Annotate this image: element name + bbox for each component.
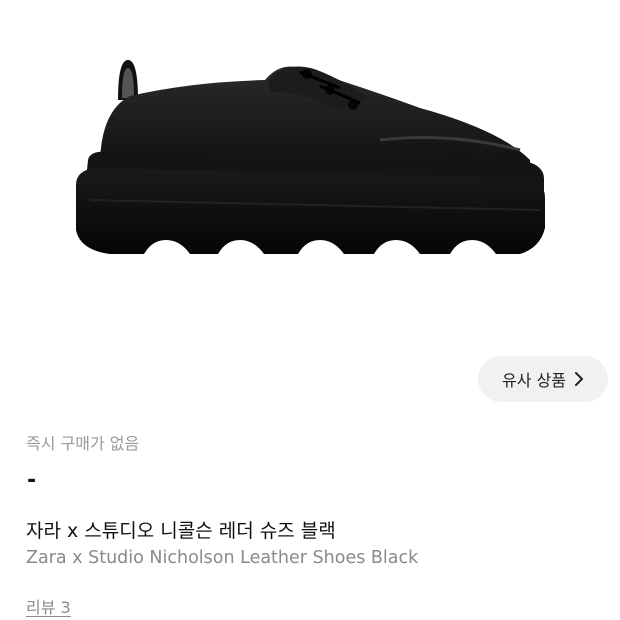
similar-products-button[interactable]: 유사 상품 — [478, 356, 608, 402]
shoe-illustration — [76, 60, 545, 254]
product-title-korean: 자라 x 스튜디오 니콜슨 레더 슈즈 블랙 — [26, 520, 336, 542]
purchase-status: 즉시 구매가 없음 — [26, 434, 140, 453]
price: - — [27, 468, 37, 493]
review-count-link[interactable]: 리뷰 3 — [26, 594, 71, 618]
product-title-english: Zara x Studio Nicholson Leather Shoes Bl… — [26, 548, 419, 568]
chevron-right-icon — [574, 372, 583, 386]
similar-products-label: 유사 상품 — [502, 371, 566, 390]
product-image[interactable] — [0, 0, 620, 350]
